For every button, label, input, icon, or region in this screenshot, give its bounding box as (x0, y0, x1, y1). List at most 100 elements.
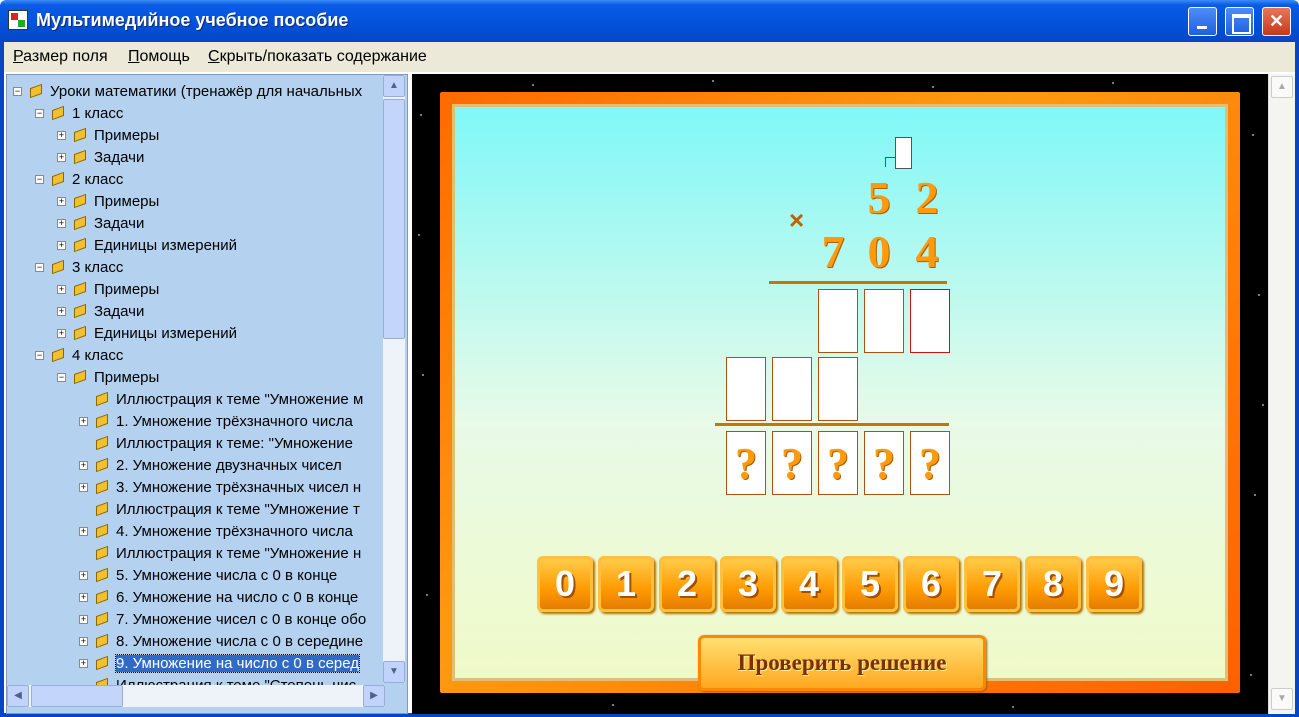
collapse-icon[interactable]: − (35, 350, 44, 360)
star (420, 114, 422, 116)
tree-horizontal-scrollbar[interactable]: ◀ ▶ (7, 685, 385, 707)
tree-item[interactable]: − Уроки математики (тренажёр для начальны… (13, 81, 362, 101)
expand-icon[interactable]: + (79, 636, 88, 646)
digit-key-7[interactable]: 7 (964, 556, 1020, 612)
result-cell[interactable]: ? (864, 431, 904, 495)
expand-icon[interactable]: + (57, 130, 66, 140)
expand-icon[interactable]: + (79, 592, 88, 602)
collapse-icon[interactable]: − (13, 86, 22, 96)
expand-icon[interactable]: + (57, 196, 66, 206)
expand-icon[interactable]: + (57, 328, 66, 338)
stage-vertical-scrollbar[interactable]: ▲ ▼ (1268, 74, 1295, 714)
stage-scroll-up-button[interactable]: ▲ (1271, 76, 1293, 98)
maximize-button[interactable] (1225, 7, 1254, 36)
tree-item[interactable]: +6. Умножение на число с 0 в конце (79, 587, 358, 607)
tree-item[interactable]: + Задачи (57, 147, 144, 167)
tree-item[interactable]: − Примеры (57, 367, 159, 387)
digit-key-4[interactable]: 4 (781, 556, 837, 612)
tree-item[interactable]: − 3 класс (35, 257, 123, 277)
partial-product-cell[interactable] (818, 357, 858, 421)
expand-icon[interactable]: + (79, 482, 88, 492)
tree-item[interactable]: + Единицы измерений (57, 235, 237, 255)
result-cell[interactable]: ? (818, 431, 858, 495)
contents-tree[interactable]: − Уроки математики (тренажёр для начальны… (6, 74, 408, 714)
stage-scroll-down-button[interactable]: ▼ (1271, 688, 1293, 710)
result-cell[interactable]: ? (726, 431, 766, 495)
tree-item-label: Примеры (94, 280, 160, 298)
book-icon (52, 105, 64, 121)
partial-product-cell[interactable] (726, 357, 766, 421)
app-icon[interactable] (8, 10, 28, 30)
menu-toggle-contents[interactable]: Скрыть/показать содержание (208, 48, 427, 66)
digit-key-2[interactable]: 2 (659, 556, 715, 612)
collapse-icon[interactable]: − (35, 174, 44, 184)
digit-key-9[interactable]: 9 (1086, 556, 1142, 612)
expand-icon[interactable]: + (57, 240, 66, 250)
tree-item[interactable]: +1. Умножение трёхзначного числа (79, 411, 353, 431)
scroll-up-button[interactable]: ▲ (383, 75, 405, 97)
partial-product-cell[interactable] (818, 289, 858, 353)
book-icon (96, 523, 108, 539)
expand-icon[interactable]: + (57, 284, 66, 294)
tree-item[interactable]: Иллюстрация к теме: "Умножение (79, 433, 353, 453)
digit-key-8[interactable]: 8 (1025, 556, 1081, 612)
expand-icon[interactable]: + (79, 658, 88, 668)
tree-item[interactable]: − 1 класс (35, 103, 123, 123)
collapse-icon[interactable]: − (57, 372, 66, 382)
partial-product-cell[interactable] (772, 357, 812, 421)
partial-product-cell-active[interactable] (910, 289, 950, 353)
tree-item[interactable]: Иллюстрация к теме "Умножение н (79, 543, 361, 563)
h-scrollbar-thumb[interactable] (31, 685, 123, 707)
menu-help[interactable]: Помощь (128, 48, 190, 66)
digit-key-5[interactable]: 5 (842, 556, 898, 612)
scrollbar-thumb[interactable] (383, 99, 405, 339)
digit-key-3[interactable]: 3 (720, 556, 776, 612)
tree-vertical-scrollbar[interactable]: ▲ ▼ (383, 75, 405, 683)
minimize-button[interactable] (1188, 7, 1217, 36)
expand-icon[interactable]: + (57, 306, 66, 316)
close-button[interactable]: ✕ (1262, 7, 1291, 36)
expand-icon[interactable]: + (57, 152, 66, 162)
expand-icon[interactable]: + (79, 614, 88, 624)
digit-key-1[interactable]: 1 (598, 556, 654, 612)
tree-item[interactable]: − 2 класс (35, 169, 123, 189)
tree-item[interactable]: + Примеры (57, 125, 159, 145)
tree-item[interactable]: − 4 класс (35, 345, 123, 365)
tree-item[interactable]: +4. Умножение трёхзначного числа (79, 521, 353, 541)
tree-item[interactable]: + Единицы измерений (57, 323, 237, 343)
result-cell[interactable]: ? (910, 431, 950, 495)
star (1258, 294, 1260, 296)
tree-item[interactable]: +2. Умножение двузначных чисел (79, 455, 342, 475)
expand-icon[interactable]: + (79, 416, 88, 426)
partial-product-cell[interactable] (864, 289, 904, 353)
scroll-left-button[interactable]: ◀ (7, 685, 29, 707)
tree-item[interactable]: +8. Умножение числа с 0 в середине (79, 631, 363, 651)
tree-item[interactable]: +7. Умножение чисел с 0 в конце обо (79, 609, 366, 629)
tree-item-label: 5. Умножение числа с 0 в конце (116, 566, 338, 584)
expand-icon[interactable]: + (79, 570, 88, 580)
tree-item[interactable]: Иллюстрация к теме "Умножение т (79, 499, 360, 519)
tree-item-label: 6. Умножение на число с 0 в конце (116, 588, 359, 606)
tree-item[interactable]: + Задачи (57, 213, 144, 233)
carry-input[interactable] (895, 137, 912, 169)
collapse-icon[interactable]: − (35, 262, 44, 272)
tree-item[interactable]: +3. Умножение трёхзначных чисел н (79, 477, 361, 497)
menu-field-size[interactable]: Размер поля (13, 48, 108, 66)
check-solution-button[interactable]: Проверить решение (698, 635, 986, 691)
digit-key-6[interactable]: 6 (903, 556, 959, 612)
collapse-icon[interactable]: − (35, 108, 44, 118)
digit-key-0[interactable]: 0 (537, 556, 593, 612)
tree-item[interactable]: + Задачи (57, 301, 144, 321)
tree-item[interactable]: +9. Умножение на число с 0 в серед (79, 653, 361, 673)
tree-item[interactable]: + Примеры (57, 191, 159, 211)
tree-item-label: 7. Умножение чисел с 0 в конце обо (116, 610, 367, 628)
tree-item[interactable]: + Примеры (57, 279, 159, 299)
scroll-right-button[interactable]: ▶ (363, 685, 385, 707)
expand-icon[interactable]: + (79, 460, 88, 470)
tree-item[interactable]: +5. Умножение числа с 0 в конце (79, 565, 337, 585)
scroll-down-button[interactable]: ▼ (383, 661, 405, 683)
tree-item[interactable]: Иллюстрация к теме "Умножение м (79, 389, 363, 409)
result-cell[interactable]: ? (772, 431, 812, 495)
expand-icon[interactable]: + (57, 218, 66, 228)
expand-icon[interactable]: + (79, 526, 88, 536)
